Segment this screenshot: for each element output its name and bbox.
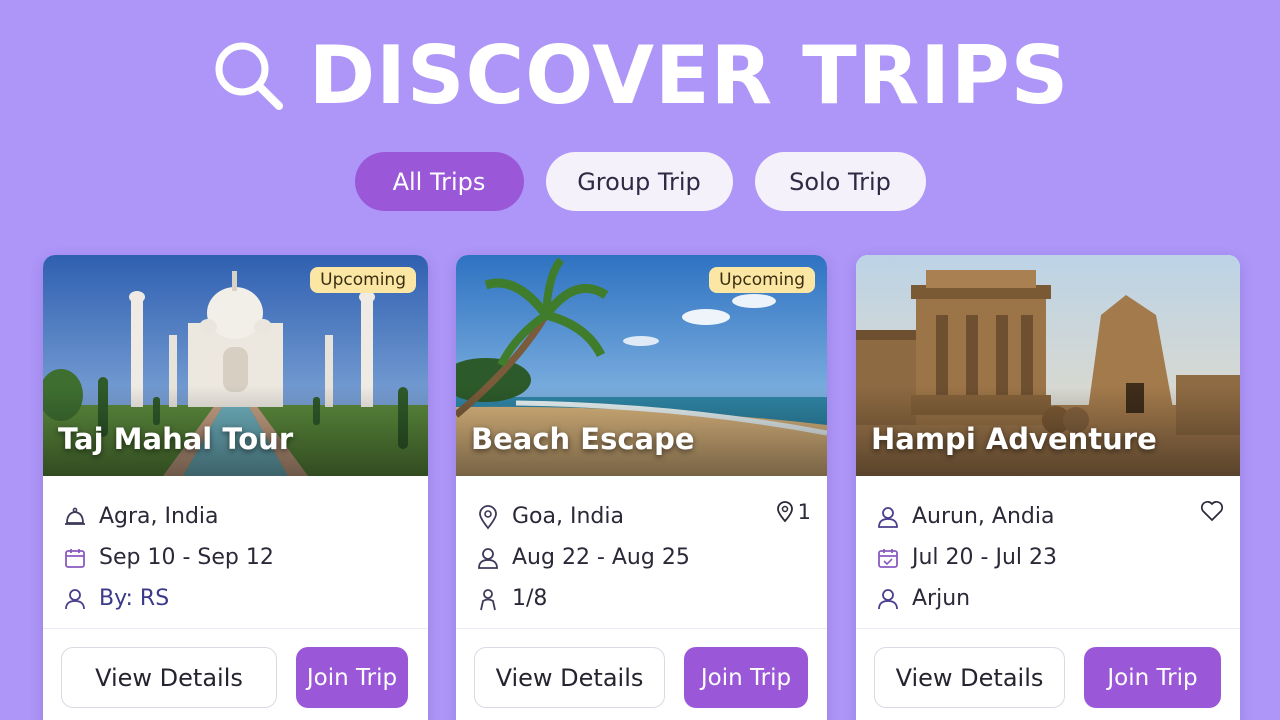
trip-actions: View Details Join Trip [43, 629, 428, 708]
location-count[interactable]: 1 [776, 500, 811, 524]
location-count-value: 1 [797, 500, 811, 524]
trip-capacity: 1/8 [512, 586, 548, 611]
heart-icon [1200, 500, 1224, 522]
trip-image: Upcoming Taj Mahal Tour [43, 255, 428, 476]
trip-dates-row: Sep 10 - Sep 12 [61, 537, 410, 578]
trip-actions: View Details Join Trip [856, 629, 1240, 708]
trip-info: 1 Goa, India Aug 22 - Aug 25 1/8 [456, 476, 827, 629]
tab-solo-trip[interactable]: Solo Trip [754, 152, 926, 211]
trip-location: Agra, India [99, 504, 219, 529]
calendar-icon [874, 544, 902, 572]
trip-dates: Jul 20 - Jul 23 [912, 545, 1057, 570]
trip-info: Aurun, Andia Jul 20 - Jul 23 Arjun [856, 476, 1240, 629]
user-icon [874, 503, 902, 531]
map-pin-icon [474, 503, 502, 531]
user-icon [61, 585, 89, 613]
view-details-button[interactable]: View Details [61, 647, 277, 708]
trip-dates-row: Jul 20 - Jul 23 [874, 537, 1222, 578]
trip-actions: View Details Join Trip [456, 629, 827, 708]
trip-location: Aurun, Andia [912, 504, 1055, 529]
bell-icon [61, 503, 89, 531]
trip-title: Hampi Adventure [871, 422, 1157, 456]
trip-organizer: Arjun [912, 586, 971, 611]
trip-info: Agra, India Sep 10 - Sep 12 By: RS [43, 476, 428, 629]
status-badge: Upcoming [310, 267, 416, 293]
trip-organizer-row: By: RS [61, 578, 410, 619]
search-icon[interactable] [211, 38, 287, 114]
view-details-button[interactable]: View Details [874, 647, 1065, 708]
map-pin-icon [776, 501, 793, 523]
calendar-icon [61, 544, 89, 572]
trip-organizer: By: RS [99, 586, 170, 611]
trip-dates: Sep 10 - Sep 12 [99, 545, 274, 570]
user-icon [474, 544, 502, 572]
trip-image: Upcoming Beach Escape [456, 255, 827, 476]
trip-dates: Aug 22 - Aug 25 [512, 545, 690, 570]
trip-location-row: Agra, India [61, 496, 410, 537]
trip-location: Goa, India [512, 504, 624, 529]
discover-trips-page: DISCOVER TRIPS All Trips Group Trip Solo… [0, 0, 1280, 720]
trip-card-taj-mahal[interactable]: Upcoming Taj Mahal Tour Agra, India Sep … [43, 255, 428, 720]
tab-group-trip[interactable]: Group Trip [545, 152, 733, 211]
trip-dates-row: Aug 22 - Aug 25 [474, 537, 809, 578]
trip-card-hampi-adventure[interactable]: Hampi Adventure Aurun, Andia Jul 20 - Ju… [856, 255, 1240, 720]
trip-title: Taj Mahal Tour [58, 422, 294, 456]
trip-filter-tabs: All Trips Group Trip Solo Trip [0, 152, 1280, 211]
view-details-button[interactable]: View Details [474, 647, 665, 708]
favorite-button[interactable] [1200, 500, 1224, 522]
trip-capacity-row: 1/8 [474, 578, 809, 619]
status-badge: Upcoming [709, 267, 815, 293]
page-title: DISCOVER TRIPS [308, 29, 1070, 122]
join-trip-button[interactable]: Join Trip [296, 647, 408, 708]
trip-card-beach-escape[interactable]: Upcoming Beach Escape 1 Goa, India Aug 2… [456, 255, 827, 720]
user-icon [874, 585, 902, 613]
join-trip-button[interactable]: Join Trip [684, 647, 808, 708]
trip-location-row: Aurun, Andia [874, 496, 1222, 537]
person-icon [474, 585, 502, 613]
trip-organizer-row: Arjun [874, 578, 1222, 619]
join-trip-button[interactable]: Join Trip [1084, 647, 1221, 708]
tab-all-trips[interactable]: All Trips [354, 152, 524, 211]
page-header: DISCOVER TRIPS [0, 30, 1280, 122]
trip-location-row: Goa, India [474, 496, 809, 537]
trip-title: Beach Escape [471, 422, 695, 456]
trip-image: Hampi Adventure [856, 255, 1240, 476]
